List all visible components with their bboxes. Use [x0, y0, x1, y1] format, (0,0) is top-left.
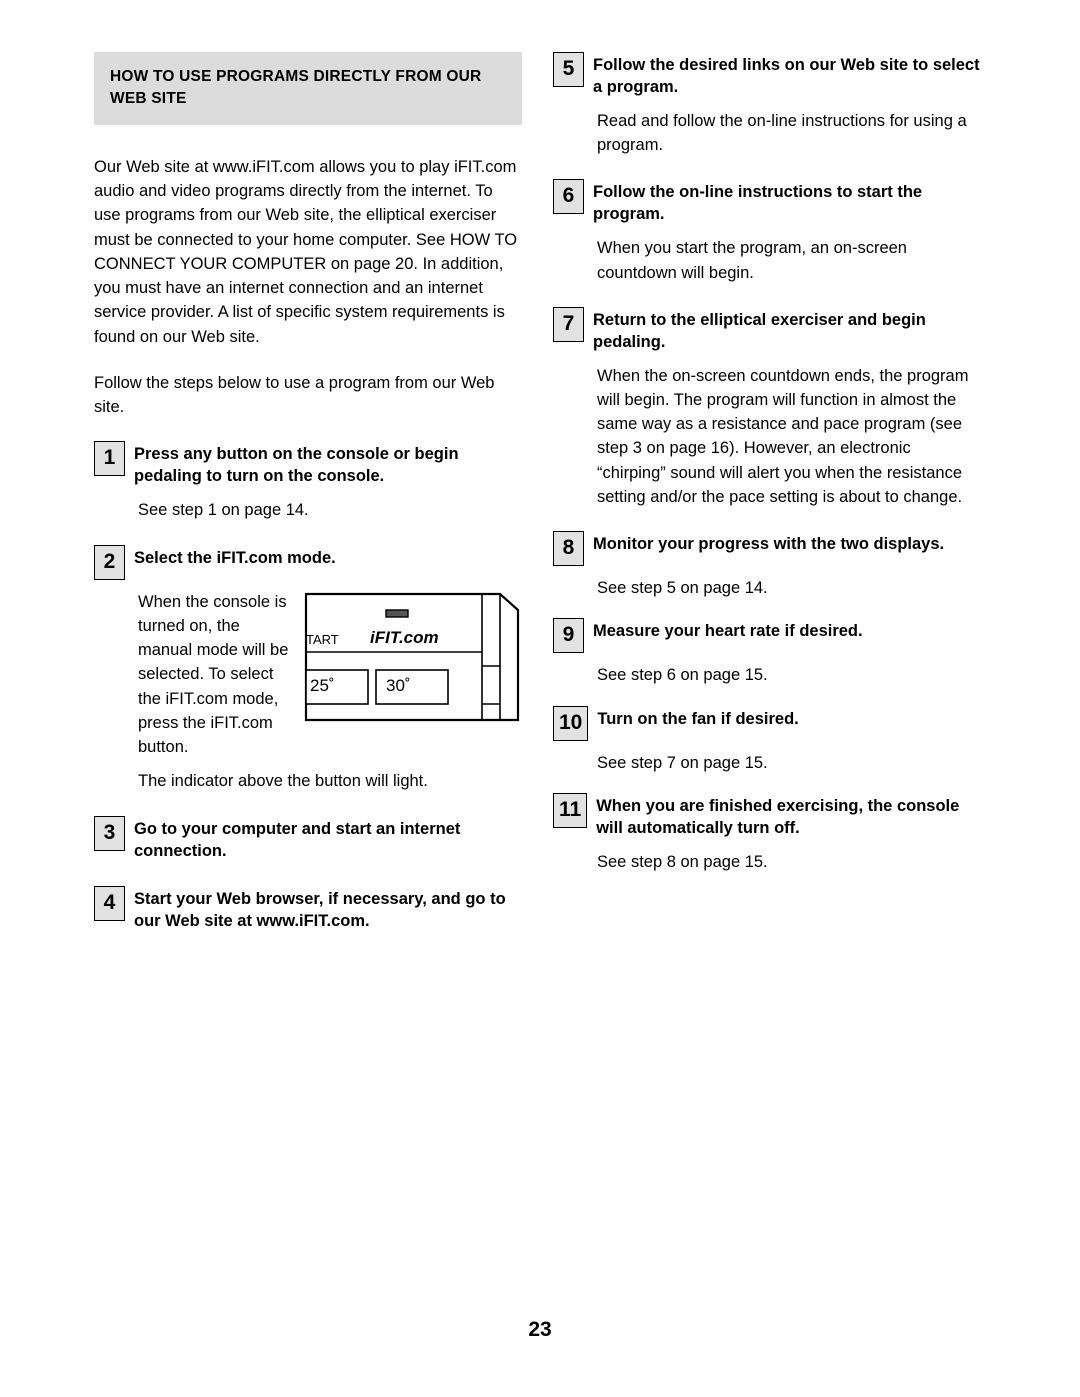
left-column: HOW TO USE PROGRAMS DIRECTLY FROM OUR WE… — [94, 52, 522, 943]
intro-paragraph-2: Follow the steps below to use a program … — [94, 373, 495, 417]
step-10: 10 Turn on the fan if desired. — [553, 705, 981, 741]
step-7-title: Return to the elliptical exerciser and b… — [593, 310, 926, 351]
step-5-body: Read and follow the on-line instructions… — [597, 111, 967, 155]
step-10-number: 10 — [553, 705, 589, 741]
step-3-number: 3 — [94, 815, 125, 851]
step-10-title: Turn on the fan if desired. — [597, 709, 799, 728]
step-2-number: 2 — [94, 544, 125, 580]
intro-paragraph-1: Our Web site at www.iFIT.com allows you … — [94, 157, 518, 346]
step-11-number: 11 — [553, 792, 588, 828]
step-5-title: Follow the desired links on our Web site… — [593, 56, 980, 96]
step-7: 7 Return to the elliptical exerciser and… — [553, 306, 981, 354]
step-8-body: See step 5 on page 14. — [597, 579, 768, 598]
step-5-number: 5 — [553, 52, 584, 87]
step-1: 1 Press any button on the console or beg… — [94, 441, 522, 488]
step-8-number: 8 — [553, 531, 584, 567]
step-6-title: Follow the on-line instructions to start… — [593, 183, 923, 224]
console-display-right: 30˚ — [386, 675, 411, 695]
console-display-left: 25˚ — [310, 675, 335, 695]
step-7-number: 7 — [553, 306, 584, 342]
step-9-body: See step 6 on page 15. — [597, 666, 768, 685]
right-column: 5 Follow the desired links on our Web si… — [553, 52, 981, 896]
step-8: 8 Monitor your progress with the two dis… — [553, 531, 981, 567]
step-10-body: See step 7 on page 15. — [597, 753, 768, 772]
step-8-title: Monitor your progress with the two displ… — [593, 535, 945, 554]
step-9-title: Measure your heart rate if desired. — [593, 622, 863, 641]
step-6: 6 Follow the on-line instructions to sta… — [553, 179, 981, 226]
page-number: 23 — [528, 1318, 552, 1341]
step-2-title: Select the iFIT.com mode. — [134, 548, 336, 567]
step-2-figure-row: When the console is turned on, the manua… — [138, 590, 522, 760]
step-11-title: When you are finished exercising, the co… — [596, 796, 960, 837]
console-start-label: TART — [306, 631, 339, 647]
step-6-body: When you start the program, an on-screen… — [597, 239, 907, 282]
step-2: 2 Select the iFIT.com mode. — [94, 544, 522, 580]
step-6-number: 6 — [553, 179, 584, 215]
manual-page: HOW TO USE PROGRAMS DIRECTLY FROM OUR WE… — [0, 0, 1080, 1397]
step-5: 5 Follow the desired links on our Web si… — [553, 52, 981, 99]
step-1-body: See step 1 on page 14. — [138, 501, 309, 520]
step-9: 9 Measure your heart rate if desired. — [553, 618, 981, 654]
console-figure-svg — [304, 592, 520, 721]
step-3: 3 Go to your computer and start an inter… — [94, 815, 522, 863]
step-11-body: See step 8 on page 15. — [597, 852, 768, 871]
step-4: 4 Start your Web browser, if necessary, … — [94, 886, 522, 933]
step-2-figure-text: When the console is turned on, the manua… — [138, 592, 289, 757]
step-1-title: Press any button on the console or begin… — [134, 445, 459, 486]
step-2-body: The indicator above the button will ligh… — [138, 772, 428, 791]
step-4-title: Start your Web browser, if necessary, an… — [134, 890, 506, 931]
step-1-number: 1 — [94, 441, 125, 477]
step-3-title: Go to your computer and start an interne… — [134, 819, 461, 860]
step-4-number: 4 — [94, 886, 125, 922]
console-illustration: TART iFIT.com 25˚ 30˚ — [304, 592, 520, 722]
step-9-number: 9 — [553, 618, 584, 654]
step-7-body: When the on-screen countdown ends, the p… — [597, 366, 969, 506]
section-header: HOW TO USE PROGRAMS DIRECTLY FROM OUR WE… — [94, 52, 522, 125]
step-11: 11 When you are finished exercising, the… — [553, 792, 981, 840]
console-ifit-logo: iFIT.com — [370, 627, 439, 647]
